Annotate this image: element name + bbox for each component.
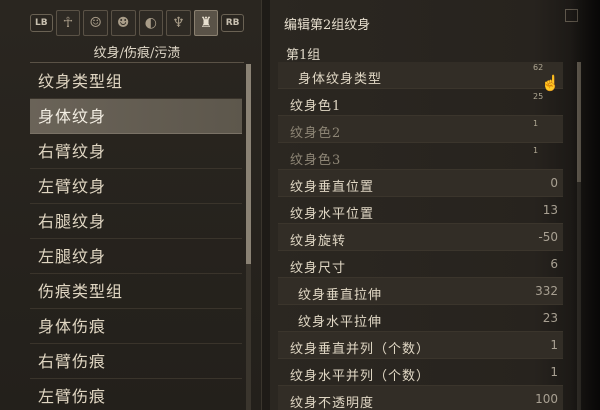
parameter-label: 纹身垂直拉伸 bbox=[298, 288, 383, 303]
category-scrollbar[interactable] bbox=[246, 64, 251, 410]
parameter-row[interactable]: 纹身垂直拉伸 332 bbox=[278, 278, 563, 305]
parameter-row[interactable]: 纹身垂直位置 0 bbox=[278, 170, 563, 197]
parameter-row: 纹身色3 1 bbox=[278, 143, 563, 170]
group-label: 第1组 bbox=[286, 48, 321, 63]
parameter-row[interactable]: 纹身水平位置 13 bbox=[278, 197, 563, 224]
category-item[interactable]: 伤痕类型组 bbox=[30, 274, 242, 309]
edit-panel-title: 编辑第2组纹身 bbox=[284, 17, 371, 33]
parameter-list: 身体纹身类型 62 ☝ 纹身色1 25 纹身色2 1 纹身色3 1 纹身垂直位置 0 纹身水平位置 13… bbox=[278, 62, 563, 410]
parameter-mini-value: 62 bbox=[533, 63, 544, 72]
parameter-row[interactable]: 纹身垂直并列（个数） 1 bbox=[278, 332, 563, 359]
body-pose-icon[interactable]: ☥ bbox=[55, 10, 81, 36]
parameter-value: 100 bbox=[535, 392, 558, 406]
category-item[interactable]: 右臂纹身 bbox=[30, 134, 242, 169]
parameter-row[interactable]: 纹身色1 25 bbox=[278, 89, 563, 116]
parameter-mini-value: 25 bbox=[533, 92, 544, 101]
hair-icon[interactable]: ♆ bbox=[166, 10, 191, 36]
rb-button[interactable]: RB bbox=[221, 14, 244, 32]
parameter-label: 纹身不透明度 bbox=[290, 396, 375, 410]
torso-icon[interactable]: ♜ bbox=[193, 10, 219, 36]
parameter-label: 纹身旋转 bbox=[290, 234, 347, 249]
category-item[interactable]: 左腿纹身 bbox=[30, 239, 242, 274]
category-item[interactable]: 右臂伤痕 bbox=[30, 344, 242, 379]
parameter-value: 332 bbox=[535, 284, 558, 298]
parameter-label: 纹身色2 bbox=[290, 126, 342, 141]
category-item[interactable]: 右腿纹身 bbox=[30, 204, 242, 239]
parameter-value: 23 bbox=[542, 311, 558, 325]
category-title: 纹身/伤痕/污渍 bbox=[93, 46, 181, 61]
parameter-row[interactable]: 纹身水平并列（个数） 1 bbox=[278, 359, 563, 386]
category-item[interactable]: 纹身类型组 bbox=[30, 64, 242, 99]
parameter-label: 纹身色1 bbox=[290, 99, 342, 114]
parameter-value: 1 bbox=[550, 338, 558, 352]
parameter-row: 纹身色2 1 bbox=[278, 116, 563, 143]
face-paint-icon[interactable]: ◐ bbox=[138, 10, 164, 36]
parameter-label: 纹身垂直位置 bbox=[290, 180, 375, 195]
parameter-row[interactable]: 纹身水平拉伸 23 bbox=[278, 305, 563, 332]
category-item[interactable]: 身体纹身 bbox=[30, 99, 242, 134]
parameter-label: 纹身水平位置 bbox=[290, 207, 375, 222]
parameter-row[interactable]: 纹身旋转 -50 bbox=[278, 224, 563, 251]
parameter-mini-value: 1 bbox=[533, 146, 539, 155]
parameter-row[interactable]: 身体纹身类型 62 ☝ bbox=[278, 62, 563, 92]
category-list: 纹身类型组 身体纹身 右臂纹身 左臂纹身 右腿纹身 左腿纹身 伤痕类型组 身体伤痕 右臂伤痕 左臂… bbox=[30, 64, 242, 410]
category-panel: LB ☥ ☺ ☻ ◐ ♆ ♜ RB 纹身/伤痕/污渍 纹身类型组 身体纹身 右臂纹身… bbox=[0, 0, 262, 410]
parameter-label: 纹身色3 bbox=[290, 153, 342, 168]
parameter-mini-value: 1 bbox=[533, 119, 539, 128]
parameter-row[interactable]: 纹身不透明度 100 bbox=[278, 386, 563, 410]
mask-icon[interactable]: ☻ bbox=[110, 10, 136, 36]
face-icon[interactable]: ☺ bbox=[83, 10, 108, 36]
edit-panel: 编辑第2组纹身 第1组 身体纹身类型 62 ☝ 纹身色1 25 纹身色2 1 纹身色3 1 纹身垂… bbox=[270, 0, 600, 410]
parameter-row[interactable]: 纹身尺寸 6 bbox=[278, 251, 563, 278]
divider bbox=[30, 62, 244, 63]
parameter-label: 身体纹身类型 bbox=[298, 72, 383, 87]
category-item[interactable]: 身体伤痕 bbox=[30, 309, 242, 344]
parameter-label: 纹身尺寸 bbox=[290, 261, 347, 276]
category-scroll-thumb[interactable] bbox=[246, 64, 251, 264]
parameter-value: 6 bbox=[550, 257, 558, 271]
parameter-value: -50 bbox=[538, 230, 558, 244]
edge-shadow bbox=[570, 0, 600, 410]
tab-strip: LB ☥ ☺ ☻ ◐ ♆ ♜ RB bbox=[30, 8, 244, 38]
category-item[interactable]: 左臂伤痕 bbox=[30, 379, 242, 410]
parameter-value: 0 bbox=[550, 176, 558, 190]
parameter-value: 13 bbox=[542, 203, 558, 217]
category-item[interactable]: 左臂纹身 bbox=[30, 169, 242, 204]
parameter-label: 纹身水平拉伸 bbox=[298, 315, 383, 330]
parameter-value: 1 bbox=[550, 365, 558, 379]
parameter-label: 纹身水平并列（个数） bbox=[290, 369, 431, 384]
lb-button[interactable]: LB bbox=[30, 14, 53, 32]
parameter-label: 纹身垂直并列（个数） bbox=[290, 342, 431, 357]
